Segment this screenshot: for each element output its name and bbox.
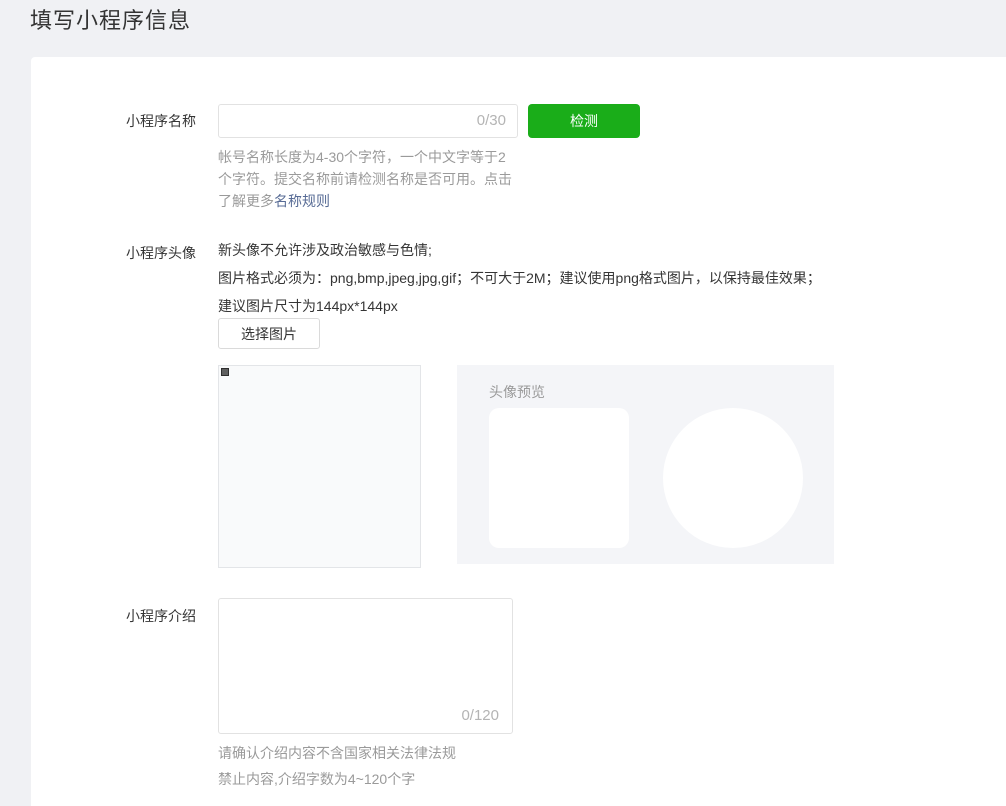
form-card: 小程序名称 0/30 检测 帐号名称长度为4-30个字符，一个中文字等于2 个字… <box>31 57 1006 806</box>
avatar-preview-title: 头像预览 <box>489 382 545 402</box>
name-help-text: 帐号名称长度为4-30个字符，一个中文字等于2 个字符。提交名称前请检测名称是否… <box>218 146 548 212</box>
name-input[interactable] <box>218 104 518 138</box>
avatar-crop-area[interactable] <box>218 365 421 568</box>
broken-image-icon <box>221 368 229 376</box>
check-name-button[interactable]: 检测 <box>528 104 640 138</box>
intro-textarea-wrap: 0/120 <box>218 598 513 734</box>
avatar-preview-panel: 头像预览 <box>457 365 834 564</box>
avatar-desc-line1: 新头像不允许涉及政治敏感与色情; <box>218 236 822 264</box>
avatar-preview-square <box>489 408 629 548</box>
intro-help-line2: 禁止内容,介绍字数为4~120个字 <box>218 766 548 792</box>
avatar-preview-circle <box>663 408 803 548</box>
choose-image-button[interactable]: 选择图片 <box>218 318 320 349</box>
page-title: 填写小程序信息 <box>30 3 191 35</box>
intro-help-line1: 请确认介绍内容不含国家相关法律法规 <box>218 740 548 766</box>
avatar-description: 新头像不允许涉及政治敏感与色情; 图片格式必须为：png,bmp,jpeg,jp… <box>218 236 822 320</box>
name-help-line3-text: 了解更多 <box>218 193 274 209</box>
avatar-desc-line2: 图片格式必须为：png,bmp,jpeg,jpg,gif；不可大于2M；建议使用… <box>218 264 822 320</box>
avatar-field-label: 小程序头像 <box>31 243 196 263</box>
name-rules-link[interactable]: 名称规则 <box>274 193 330 209</box>
intro-textarea[interactable] <box>218 598 513 734</box>
name-help-line3: 了解更多名称规则 <box>218 190 548 212</box>
name-field-label: 小程序名称 <box>31 111 196 131</box>
name-help-line1: 帐号名称长度为4-30个字符，一个中文字等于2 <box>218 146 548 168</box>
intro-help-text: 请确认介绍内容不含国家相关法律法规 禁止内容,介绍字数为4~120个字 <box>218 740 548 792</box>
name-help-line2: 个字符。提交名称前请检测名称是否可用。点击 <box>218 168 548 190</box>
name-input-wrap: 0/30 <box>218 104 518 138</box>
intro-field-label: 小程序介绍 <box>31 606 196 626</box>
